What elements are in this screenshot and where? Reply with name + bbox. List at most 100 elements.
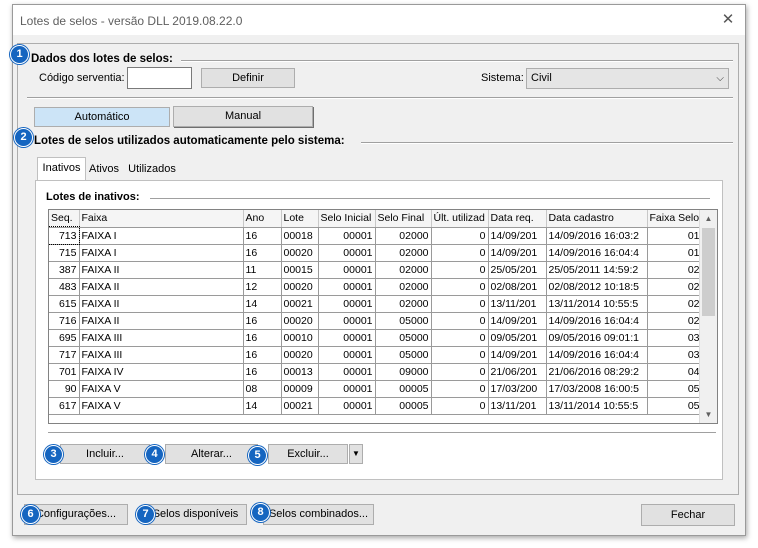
col-header-data-cadastro[interactable]: Data cadastro bbox=[546, 210, 648, 228]
cell-lote: 00020 bbox=[281, 244, 319, 262]
table-row[interactable]: 717 FAIXA III 16 00020 00001 05000 0 14/09/201 1… bbox=[49, 346, 703, 364]
automatico-toggle[interactable]: Automático bbox=[34, 107, 170, 127]
col-header-faixa[interactable]: Faixa bbox=[79, 210, 244, 228]
grid-title: Lotes de inativos: bbox=[46, 191, 140, 203]
table-row[interactable]: 90 FAIXA V 08 00009 00001 00005 0 17/03/200 17/0… bbox=[49, 380, 703, 398]
cell-data-cadastro: 14/09/2016 16:04:4 bbox=[546, 312, 648, 330]
lotes-table: Seq. Faixa Ano Lote Selo Inicial Selo Fi… bbox=[49, 210, 703, 415]
callout-badge-5: 5 bbox=[248, 446, 267, 465]
cell-data-req: 14/09/201 bbox=[488, 312, 547, 330]
cell-selo-final: 02000 bbox=[375, 295, 432, 313]
selos-disponiveis-button[interactable]: Selos disponíveis bbox=[144, 504, 247, 525]
cell-faixa: FAIXA IV bbox=[79, 363, 244, 381]
cell-seq: 615 bbox=[49, 295, 80, 313]
fechar-button[interactable]: Fechar bbox=[641, 504, 735, 526]
cell-ult-utilizado: 0 bbox=[431, 244, 489, 262]
col-header-lote[interactable]: Lote bbox=[281, 210, 319, 228]
cell-selo-final: 02000 bbox=[375, 244, 432, 262]
selos-combinados-button[interactable]: Selos combinados... bbox=[263, 504, 374, 525]
cell-data-cadastro: 17/03/2008 16:00:5 bbox=[546, 380, 648, 398]
tab-utilizados[interactable]: Utilizados bbox=[125, 159, 179, 179]
cell-ult-utilizado: 0 bbox=[431, 227, 489, 245]
cell-ano: 16 bbox=[243, 329, 282, 347]
cell-ano: 14 bbox=[243, 397, 282, 415]
excluir-dropdown-icon[interactable]: ▼ bbox=[349, 444, 363, 464]
excluir-button[interactable]: Excluir... bbox=[268, 444, 348, 464]
scroll-up-icon[interactable]: ▲ bbox=[700, 210, 717, 227]
cell-lote: 00010 bbox=[281, 329, 319, 347]
cell-selo-final: 02000 bbox=[375, 227, 432, 245]
tab-inativos[interactable]: Inativos bbox=[37, 157, 86, 180]
cell-faixa: FAIXA I bbox=[79, 227, 244, 245]
codigo-serventia-input[interactable] bbox=[127, 67, 192, 89]
cell-lote: 00018 bbox=[281, 227, 319, 245]
cell-faixa-selo: 05 bbox=[647, 397, 703, 415]
manual-toggle[interactable]: Manual bbox=[173, 106, 313, 127]
cell-faixa-selo: 04 bbox=[647, 363, 703, 381]
callout-badge-4: 4 bbox=[145, 445, 164, 464]
col-header-data-req[interactable]: Data req. bbox=[488, 210, 547, 228]
table-row[interactable]: 695 FAIXA III 16 00010 00001 05000 0 09/05/201 0… bbox=[49, 329, 703, 347]
callout-badge-8: 8 bbox=[251, 503, 270, 522]
table-row[interactable]: 716 FAIXA II 16 00020 00001 05000 0 14/09/201 14… bbox=[49, 312, 703, 330]
table-row[interactable]: 387 FAIXA II 11 00015 00001 02000 0 25/05/201 25… bbox=[49, 261, 703, 279]
cell-selo-inicial: 00001 bbox=[318, 397, 376, 415]
cell-faixa-selo: 01 bbox=[647, 227, 703, 245]
col-header-faixa-selo[interactable]: Faixa Selo bbox=[647, 210, 703, 228]
definir-button[interactable]: Definir bbox=[201, 68, 295, 88]
cell-ano: 16 bbox=[243, 363, 282, 381]
cell-data-cadastro: 09/05/2016 09:01:1 bbox=[546, 329, 648, 347]
incluir-button[interactable]: Incluir... bbox=[60, 444, 150, 464]
table-row[interactable]: 715 FAIXA I 16 00020 00001 02000 0 14/09/201 14/… bbox=[49, 244, 703, 262]
sistema-select[interactable]: Civil ⌵ bbox=[526, 68, 729, 89]
tab-ativos[interactable]: Ativos bbox=[87, 159, 121, 179]
section-title-dados: Dados dos lotes de selos: bbox=[31, 53, 173, 65]
lotes-grid[interactable]: Seq. Faixa Ano Lote Selo Inicial Selo Fi… bbox=[48, 209, 718, 424]
col-header-ult-utilizado[interactable]: Últ. utilizad bbox=[431, 210, 489, 228]
table-row[interactable]: 483 FAIXA II 12 00020 00001 02000 0 02/08/201 02… bbox=[49, 278, 703, 296]
col-header-ano[interactable]: Ano bbox=[243, 210, 282, 228]
cell-seq: 717 bbox=[49, 346, 80, 364]
cell-data-cadastro: 02/08/2012 10:18:5 bbox=[546, 278, 648, 296]
cell-ano: 12 bbox=[243, 278, 282, 296]
cell-ult-utilizado: 0 bbox=[431, 380, 489, 398]
table-row[interactable]: 701 FAIXA IV 16 00013 00001 09000 0 21/06/201 21… bbox=[49, 363, 703, 381]
cell-faixa: FAIXA II bbox=[79, 312, 244, 330]
table-row[interactable]: 617 FAIXA V 14 00021 00001 00005 0 13/11/201 13/… bbox=[49, 397, 703, 415]
cell-data-cadastro: 14/09/2016 16:03:2 bbox=[546, 227, 648, 245]
window-title: Lotes de selos - versão DLL 2019.08.22.0 bbox=[20, 14, 243, 28]
cell-selo-final: 02000 bbox=[375, 278, 432, 296]
lotes-de-selos-window: Lotes de selos - versão DLL 2019.08.22.0… bbox=[10, 4, 746, 536]
section-title-lotes: Lotes de selos utilizados automaticament… bbox=[34, 135, 345, 147]
col-header-seq[interactable]: Seq. bbox=[49, 210, 80, 228]
table-row[interactable]: 713 FAIXA I 16 00018 00001 02000 0 14/09/201 14/… bbox=[49, 226, 703, 245]
cell-selo-final: 05000 bbox=[375, 329, 432, 347]
cell-lote: 00020 bbox=[281, 278, 319, 296]
cell-ano: 16 bbox=[243, 312, 282, 330]
cell-selo-final: 05000 bbox=[375, 312, 432, 330]
cell-selo-inicial: 00001 bbox=[318, 278, 376, 296]
grid-scrollbar[interactable]: ▲ ▼ bbox=[699, 210, 717, 423]
scroll-thumb[interactable] bbox=[702, 228, 715, 316]
cell-selo-inicial: 00001 bbox=[318, 346, 376, 364]
cell-selo-inicial: 00001 bbox=[318, 329, 376, 347]
cell-ult-utilizado: 0 bbox=[431, 346, 489, 364]
cell-faixa: FAIXA V bbox=[79, 380, 244, 398]
cell-data-req: 17/03/200 bbox=[488, 380, 547, 398]
cell-ult-utilizado: 0 bbox=[431, 363, 489, 381]
cell-ult-utilizado: 0 bbox=[431, 397, 489, 415]
cell-data-cadastro: 13/11/2014 10:55:5 bbox=[546, 295, 648, 313]
col-header-selo-inicial[interactable]: Selo Inicial bbox=[318, 210, 376, 228]
table-row[interactable]: 615 FAIXA II 14 00021 00001 02000 0 13/11/201 13… bbox=[49, 295, 703, 313]
alterar-button[interactable]: Alterar... bbox=[165, 444, 258, 464]
cell-ult-utilizado: 0 bbox=[431, 278, 489, 296]
cell-data-req: 13/11/201 bbox=[488, 295, 547, 313]
cell-seq: 483 bbox=[49, 278, 80, 296]
codigo-serventia-label: Código serventia: bbox=[39, 72, 125, 84]
scroll-down-icon[interactable]: ▼ bbox=[700, 406, 717, 423]
close-icon[interactable]: ✕ bbox=[717, 9, 739, 31]
col-header-selo-final[interactable]: Selo Final bbox=[375, 210, 432, 228]
divider-line bbox=[27, 97, 733, 99]
cell-faixa: FAIXA II bbox=[79, 278, 244, 296]
tab-panel-inativos: Lotes de inativos: Seq. Faixa Ano Lote S… bbox=[35, 180, 723, 480]
